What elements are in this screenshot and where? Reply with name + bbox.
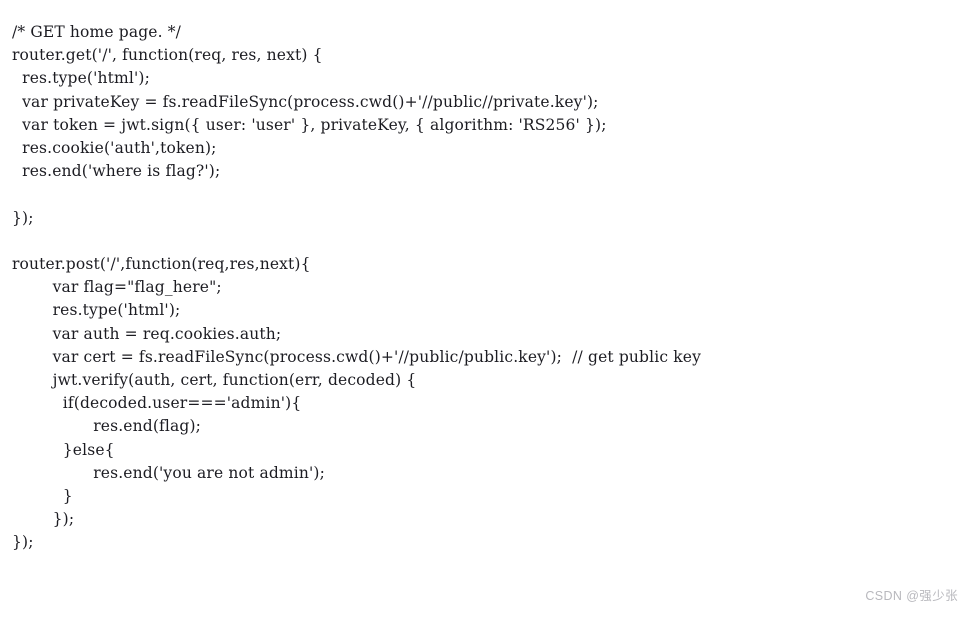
code-line: res.end('where is flag?'); <box>12 162 221 181</box>
code-line: if(decoded.user==='admin'){ <box>12 394 302 413</box>
code-line: jwt.verify(auth, cert, function(err, dec… <box>12 371 417 390</box>
code-line: router.get('/', function(req, res, next)… <box>12 46 323 65</box>
code-line: } <box>12 487 73 506</box>
code-line: router.post('/',function(req,res,next){ <box>12 255 311 274</box>
code-line: var token = jwt.sign({ user: 'user' }, p… <box>12 115 607 134</box>
code-line: res.type('html'); <box>12 69 150 88</box>
code-line: res.cookie('auth',token); <box>12 139 217 158</box>
code-line: }); <box>12 510 75 529</box>
code-block: /* GET home page. */ router.get('/', func… <box>12 21 701 555</box>
code-line: res.end('you are not admin'); <box>12 463 325 482</box>
code-line: var privateKey = fs.readFileSync(process… <box>12 92 599 111</box>
code-line: res.end(flag); <box>12 417 202 436</box>
code-line: }); <box>12 208 34 227</box>
code-line: /* GET home page. */ <box>12 23 182 41</box>
csdn-watermark: CSDN @强少张 <box>865 589 958 603</box>
code-line: var auth = req.cookies.auth; <box>12 324 282 343</box>
code-line: }); <box>12 533 34 552</box>
code-snippet-page: /* GET home page. */ router.get('/', func… <box>0 0 972 618</box>
code-line: var flag="flag_here"; <box>12 278 222 297</box>
code-line: res.type('html'); <box>12 301 181 320</box>
code-line: }else{ <box>12 440 115 459</box>
code-line: var cert = fs.readFileSync(process.cwd()… <box>12 347 702 366</box>
